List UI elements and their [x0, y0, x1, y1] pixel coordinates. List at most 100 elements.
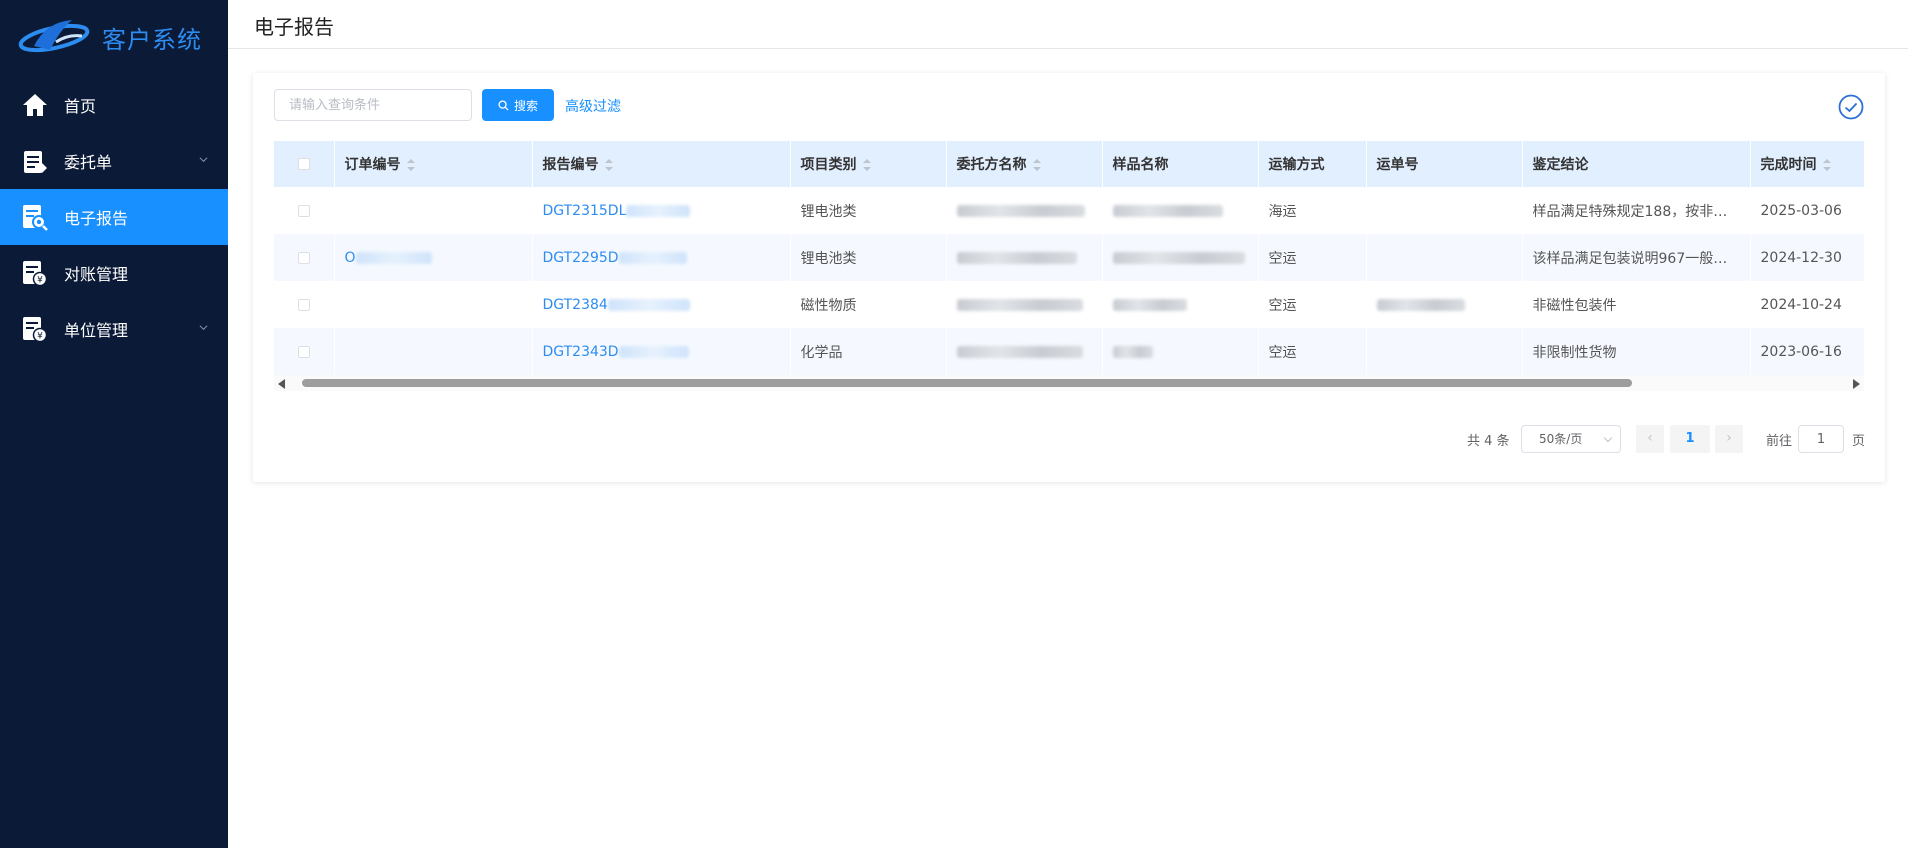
category-cell: 锂电池类: [800, 203, 857, 220]
sidebar-item-label: 对账管理: [64, 265, 129, 284]
report-no-link[interactable]: DGT2384: [543, 297, 608, 313]
order-no-cell[interactable]: O: [334, 234, 532, 281]
scroll-right-arrow-icon[interactable]: [1853, 379, 1860, 389]
column-header-waybill: 运单号: [1366, 141, 1523, 187]
sort-icon[interactable]: [406, 159, 415, 171]
org-icon: ¥: [20, 314, 50, 344]
search-button[interactable]: 搜索: [482, 89, 554, 121]
redacted-text: [956, 251, 1077, 264]
report-no-link[interactable]: DGT2343D: [543, 344, 619, 360]
table-header-row: 订单编号 报告编号 项目类别 委托方名称 样品名称 运输方式 运单号 鉴定结论 …: [274, 141, 1864, 187]
category-cell: 磁性物质: [800, 297, 857, 314]
select-all-header: [274, 141, 335, 187]
column-header-transport: 运输方式: [1258, 141, 1367, 187]
logo: 客户系统: [16, 10, 216, 64]
column-header-report-no[interactable]: 报告编号: [532, 141, 791, 187]
sidebar-nav: 首页 委托单 电子报告 ¥ 对账管理 ¥ 单位管理: [0, 77, 228, 357]
redacted-text: [355, 251, 432, 264]
redacted-text: [956, 298, 1083, 311]
sort-icon[interactable]: [1822, 159, 1831, 171]
logo-icon: [18, 20, 90, 53]
sidebar-item-label: 电子报告: [64, 209, 129, 228]
billing-icon: ¥: [20, 258, 50, 288]
waybill-cell: [1366, 281, 1522, 328]
client-name-cell: [946, 281, 1102, 328]
sidebar-item-units[interactable]: ¥ 单位管理: [0, 301, 228, 357]
sidebar-item-reports[interactable]: 电子报告: [0, 189, 228, 245]
svg-text:¥: ¥: [37, 332, 43, 342]
completed-cell: 2025-03-06: [1760, 202, 1842, 219]
home-icon: [20, 90, 50, 120]
redacted-text: [1112, 298, 1187, 311]
transport-cell: 空运: [1258, 328, 1366, 375]
row-select-cell: [274, 234, 334, 281]
category-cell: 锂电池类: [790, 234, 946, 281]
conclusion-cell: 样品满足特殊规定188，按非限制性货物运输: [1532, 203, 1750, 220]
completed-cell: 2024-10-24: [1760, 296, 1842, 313]
redacted-text: [607, 298, 690, 311]
client-name-cell: [946, 328, 1102, 375]
goto-page-input[interactable]: [1798, 425, 1844, 453]
redacted-text: [1112, 204, 1223, 217]
order-no-link[interactable]: O: [345, 250, 356, 266]
page-header: 电子报告: [228, 0, 1908, 49]
pagination-total: 共 4 条: [1467, 434, 1510, 449]
table-row: DGT2343D 化学品 空运 非限制性货物 2023-06-16: [274, 328, 1864, 375]
report-no-cell[interactable]: DGT2315DL: [532, 187, 790, 234]
row-checkbox[interactable]: [297, 298, 310, 311]
client-name-cell: [946, 187, 1102, 234]
page-size-select[interactable]: 50条/页: [1521, 425, 1621, 453]
row-checkbox[interactable]: [297, 204, 310, 217]
redacted-text: [1376, 298, 1465, 311]
table-horizontal-scrollbar[interactable]: [274, 375, 1864, 391]
sort-icon[interactable]: [604, 159, 613, 171]
report-no-cell[interactable]: DGT2384: [532, 281, 790, 328]
report-no-link[interactable]: DGT2295D: [543, 250, 619, 266]
row-select-cell: [274, 281, 334, 328]
column-header-conclusion: 鉴定结论: [1522, 141, 1751, 187]
sidebar-item-label: 首页: [64, 97, 97, 116]
sort-icon[interactable]: [862, 159, 871, 171]
column-header-category[interactable]: 项目类别: [790, 141, 947, 187]
waybill-cell: [1366, 187, 1522, 234]
column-header-order-no[interactable]: 订单编号: [334, 141, 533, 187]
column-header-completed[interactable]: 完成时间: [1750, 141, 1864, 187]
row-checkbox[interactable]: [297, 345, 310, 358]
search-input[interactable]: [274, 89, 472, 121]
report-card: 搜索 高级过滤 订单编号 报告编号 项目类别: [253, 73, 1885, 482]
sidebar-item-orders[interactable]: 委托单: [0, 133, 228, 189]
redacted-text: [626, 204, 691, 217]
order-no-cell: [334, 328, 532, 375]
app-name: 客户系统: [102, 25, 202, 54]
client-name-cell: [946, 234, 1102, 281]
goto-label: 前往: [1766, 434, 1793, 449]
app-root: 客户系统 首页 委托单 电子报告 ¥ 对账管理 ¥ 单位管理 电子报告 请输入查…: [0, 0, 1912, 848]
prev-page-button[interactable]: ‹: [1636, 425, 1664, 453]
column-header-client-name[interactable]: 委托方名称: [946, 141, 1103, 187]
conclusion-cell: 非磁性包装件: [1532, 297, 1617, 314]
row-select-cell: [274, 328, 334, 375]
sidebar-item-billing[interactable]: ¥ 对账管理: [0, 245, 228, 301]
search-button-label: 搜索: [513, 98, 538, 113]
next-page-button[interactable]: ›: [1715, 425, 1743, 453]
sample-name-cell: [1102, 187, 1258, 234]
row-checkbox[interactable]: [297, 251, 310, 264]
sidebar-item-label: 单位管理: [64, 321, 129, 340]
sidebar-item-home[interactable]: 首页: [0, 77, 228, 133]
report-no-cell[interactable]: DGT2343D: [532, 328, 790, 375]
report-no-cell[interactable]: DGT2295D: [532, 234, 790, 281]
sample-name-cell: [1102, 328, 1258, 375]
report-no-link[interactable]: DGT2315DL: [543, 203, 627, 219]
completed-cell: 2023-06-16: [1750, 328, 1864, 375]
scroll-thumb[interactable]: [302, 379, 1632, 387]
redacted-text: [1112, 345, 1153, 358]
conclusion-cell: 该样品满足包装说明967一般要求: [1522, 234, 1750, 281]
select-all-checkbox[interactable]: [297, 158, 310, 170]
sort-icon[interactable]: [1032, 159, 1041, 171]
check-circle-icon[interactable]: [1838, 94, 1864, 120]
advanced-filter-link[interactable]: 高级过滤: [565, 96, 621, 116]
page-number-current[interactable]: 1: [1670, 425, 1710, 453]
conclusion-cell: 非限制性货物: [1522, 328, 1750, 375]
scroll-left-arrow-icon[interactable]: [278, 379, 285, 389]
sample-name-cell: [1102, 281, 1258, 328]
